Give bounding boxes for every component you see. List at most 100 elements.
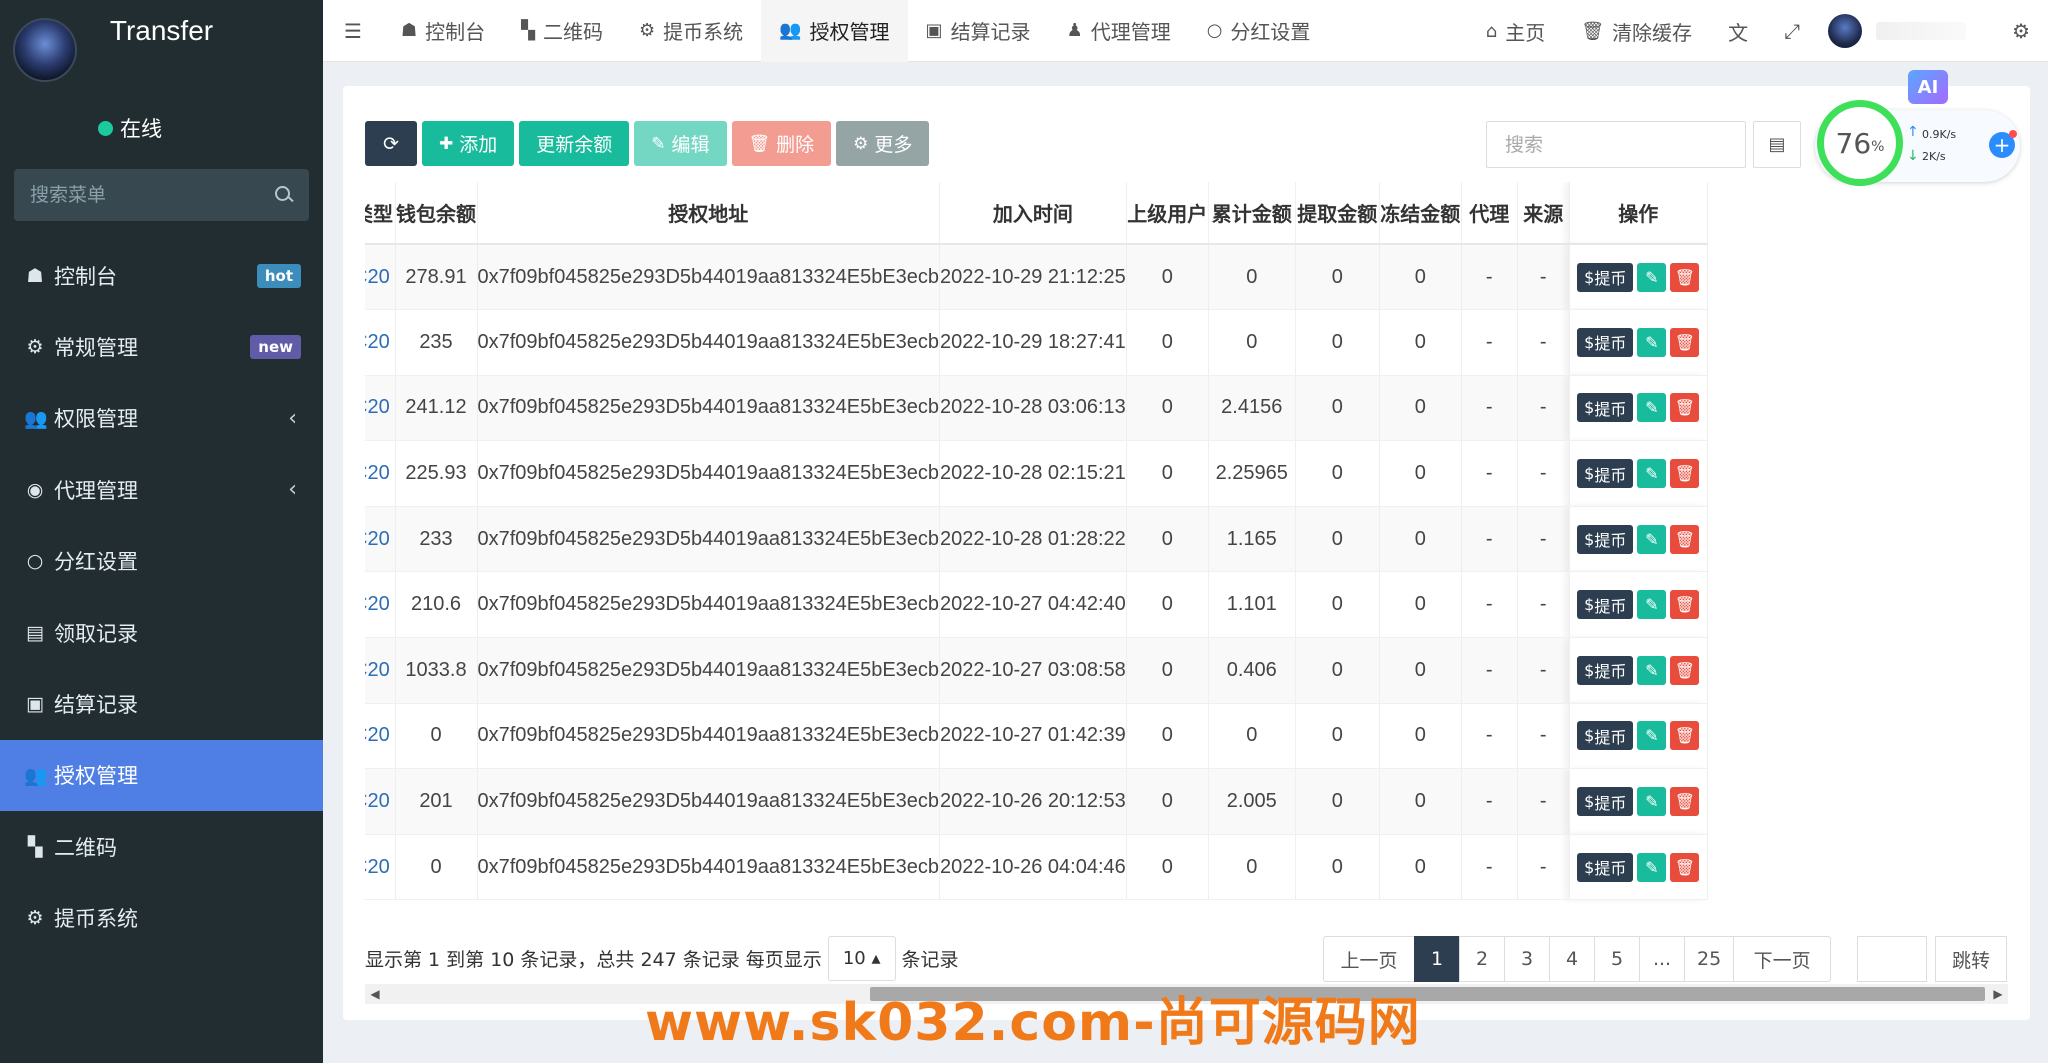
page-button[interactable]: 5 [1594,936,1640,982]
trash-icon[interactable]: 🗑 [1670,852,1700,882]
pencil-icon[interactable]: ✎ [1637,262,1667,292]
page-size-select[interactable]: 10 ▴ [827,936,896,981]
withdraw-button[interactable]: $ 提币 [1577,459,1634,489]
table-row[interactable]: C201033.80x7f09bf045825e293D5b44019aa813… [365,637,1708,704]
user-name-blurred[interactable] [1876,22,1967,40]
delete-button[interactable]: 🗑 删除 [731,121,832,166]
trash-icon[interactable]: 🗑 [1670,327,1700,357]
page-button[interactable]: 2 [1459,936,1505,982]
trash-icon[interactable]: 🗑 [1670,655,1700,685]
tab-6[interactable]: ○ 分红设置 [1189,0,1329,62]
sidebar-item-8[interactable]: ▚ 二维码 [0,811,323,882]
column-header[interactable]: 钱包余额 [395,182,478,245]
sidebar-item-1[interactable]: ⚙ 常规管理 new [0,311,323,382]
column-header[interactable]: 类型 [365,182,396,245]
translate-button[interactable]: 文 [1710,0,1766,62]
scroll-right-icon[interactable]: ▶ [1988,984,2008,1004]
plus-icon[interactable]: + [1989,130,2017,158]
sidebar-toggle-button[interactable]: ☰ [323,0,383,62]
column-header[interactable]: 来源 [1517,182,1570,245]
trash-icon[interactable]: 🗑 [1670,787,1700,817]
column-header[interactable]: 累计金额 [1208,182,1296,245]
page-button[interactable]: 1 [1414,936,1460,982]
columns-toggle-button[interactable]: ▤ [1753,121,1801,168]
sidebar-item-7[interactable]: 👥 授权管理 [0,739,323,812]
withdraw-button[interactable]: $ 提币 [1577,327,1634,357]
column-header[interactable]: 加入时间 [939,182,1127,245]
update-balance-button[interactable]: 更新余额 [519,121,630,166]
avatar[interactable] [13,18,77,82]
withdraw-button[interactable]: $ 提币 [1577,787,1634,817]
user-avatar[interactable] [1828,14,1863,48]
tab-3[interactable]: 👥 授权管理 [761,0,908,62]
page-button[interactable]: 25 [1684,936,1735,982]
withdraw-button[interactable]: $ 提币 [1577,524,1634,554]
table-row[interactable]: C202350x7f09bf045825e293D5b44019aa813324… [365,309,1708,376]
jump-button[interactable]: 跳转 [1935,936,2008,982]
more-button[interactable]: ⚙ 更多 [836,121,930,166]
table-row[interactable]: C2000x7f09bf045825e293D5b44019aa813324E5… [365,703,1708,770]
sidebar-item-3[interactable]: ◉ 代理管理 ‹ [0,454,323,525]
table-row[interactable]: C20241.120x7f09bf045825e293D5b44019aa813… [365,375,1708,442]
page-button[interactable]: ... [1639,936,1685,982]
trash-icon[interactable]: 🗑 [1670,524,1700,554]
withdraw-button[interactable]: $ 提币 [1577,655,1634,685]
sidebar-item-9[interactable]: ⚙ 提币系统 [0,883,323,954]
table-row[interactable]: C20278.910x7f09bf045825e293D5b44019aa813… [365,244,1708,311]
withdraw-button[interactable]: $ 提币 [1577,590,1634,620]
clear-cache-button[interactable]: 🗑 清除缓存 [1563,0,1710,62]
edit-button[interactable]: ✎ 编辑 [634,121,727,166]
home-link[interactable]: ⌂ 主页 [1468,0,1563,62]
withdraw-button[interactable]: $ 提币 [1577,721,1634,751]
table-row[interactable]: C20225.930x7f09bf045825e293D5b44019aa813… [365,440,1708,507]
table-row[interactable]: C202010x7f09bf045825e293D5b44019aa813324… [365,768,1708,835]
tab-5[interactable]: ♟ 代理管理 [1049,0,1189,62]
pencil-icon[interactable]: ✎ [1637,721,1667,751]
refresh-button[interactable]: ⟳ [365,121,417,166]
menu-search-input[interactable] [30,184,275,206]
pencil-icon[interactable]: ✎ [1637,590,1667,620]
pencil-icon[interactable]: ✎ [1637,327,1667,357]
tab-2[interactable]: ⚙ 提币系统 [621,0,761,62]
column-header[interactable]: 操作 [1569,182,1708,245]
settings-button[interactable]: ⚙ [1994,0,2048,62]
sidebar-item-6[interactable]: ▣ 结算记录 [0,668,323,739]
pencil-icon[interactable]: ✎ [1637,787,1667,817]
tab-4[interactable]: ▣ 结算记录 [908,0,1049,62]
next-page-button[interactable]: 下一页 [1733,936,1832,982]
trash-icon[interactable]: 🗑 [1670,262,1700,292]
table-search-input[interactable] [1505,133,1727,156]
pencil-icon[interactable]: ✎ [1637,459,1667,489]
network-speed-widget[interactable]: 76% ↑ 0.9K/s ↓ 2K/s + [1815,100,2020,186]
column-header[interactable]: 代理 [1461,182,1518,245]
pencil-icon[interactable]: ✎ [1637,655,1667,685]
add-button[interactable]: ✚ 添加 [422,121,515,166]
scroll-left-icon[interactable]: ◀ [365,984,385,1004]
table-row[interactable]: C20210.60x7f09bf045825e293D5b44019aa8133… [365,571,1708,639]
tab-1[interactable]: ▚ 二维码 [503,0,621,62]
table-row[interactable]: C2000x7f09bf045825e293D5b44019aa813324E5… [365,834,1708,901]
pencil-icon[interactable]: ✎ [1637,393,1667,423]
column-header[interactable]: 授权地址 [477,182,941,245]
trash-icon[interactable]: 🗑 [1670,459,1700,489]
column-header[interactable]: 冻结金额 [1379,182,1462,245]
search-icon[interactable] [275,186,293,204]
page-button[interactable]: 4 [1549,936,1595,982]
tab-0[interactable]: ☗ 控制台 [383,0,503,62]
sidebar-item-2[interactable]: 👥 权限管理 ‹ [0,383,323,454]
withdraw-button[interactable]: $ 提币 [1577,393,1634,423]
pencil-icon[interactable]: ✎ [1637,852,1667,882]
table-row[interactable]: C202330x7f09bf045825e293D5b44019aa813324… [365,506,1708,573]
column-header[interactable]: 提取金额 [1295,182,1380,245]
prev-page-button[interactable]: 上一页 [1323,936,1415,982]
sidebar-item-4[interactable]: ○ 分红设置 [0,526,323,597]
page-button[interactable]: 3 [1504,936,1550,982]
ai-badge[interactable]: AI [1908,70,1948,104]
trash-icon[interactable]: 🗑 [1670,393,1700,423]
sidebar-item-5[interactable]: ▤ 领取记录 [0,597,323,668]
withdraw-button[interactable]: $ 提币 [1577,262,1634,292]
jump-page-input[interactable] [1857,936,1927,982]
trash-icon[interactable]: 🗑 [1670,721,1700,751]
withdraw-button[interactable]: $ 提币 [1577,852,1634,882]
pencil-icon[interactable]: ✎ [1637,524,1667,554]
